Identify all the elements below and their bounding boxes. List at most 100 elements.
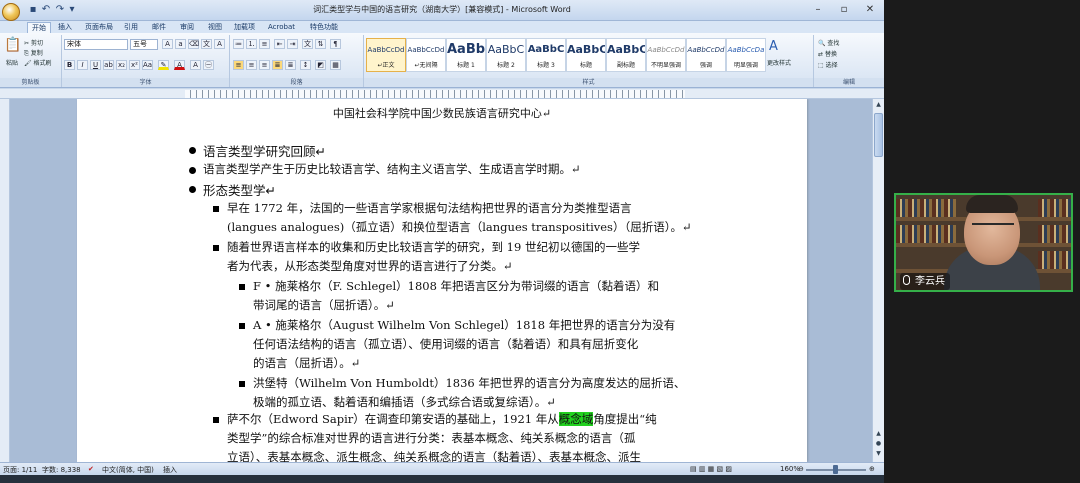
font-size-combo[interactable]: 五号: [130, 39, 158, 50]
paste-button[interactable]: 粘贴: [6, 58, 18, 67]
document-page[interactable]: 中国社会科学院中国少数民族语言研究中心↵ 语言类型学研究回顾↵ 语言类型学产生于…: [77, 99, 807, 462]
style-subtle-emphasis[interactable]: AaBbCcDd 不明显强调: [646, 38, 686, 72]
zoom-slider-knob[interactable]: [833, 465, 838, 474]
find-button[interactable]: 🔍 查找: [818, 38, 839, 47]
select-button[interactable]: ⬚ 选择: [818, 60, 838, 69]
justify-icon[interactable]: ≣: [272, 60, 283, 70]
word-count[interactable]: 字数: 8,338: [42, 465, 81, 475]
para-f-schlegel-line1: F • 施莱格尔（F. Schlegel）1808 年把语言区分为带词缀的语言（…: [253, 279, 660, 293]
align-center-icon[interactable]: ≡: [246, 60, 257, 70]
para-1772-line1: 早在 1772 年，法国的一些语言学家根据句法结构把世界的语言分为类推型语言: [227, 201, 632, 215]
align-right-icon[interactable]: ≡: [259, 60, 270, 70]
change-styles-button[interactable]: 更改样式: [767, 58, 791, 67]
char-shading-icon[interactable]: A: [190, 60, 201, 70]
browse-object-icon[interactable]: ●: [874, 439, 883, 449]
clear-format-icon[interactable]: ⌫: [188, 39, 199, 49]
horizontal-ruler[interactable]: [0, 89, 884, 99]
language-indicator[interactable]: 中文(简体, 中国): [102, 465, 154, 475]
proofing-icon[interactable]: ✔: [88, 465, 94, 473]
font-color-icon[interactable]: A: [174, 60, 185, 70]
bold-icon[interactable]: B: [64, 60, 75, 70]
vertical-ruler[interactable]: [0, 99, 10, 462]
line-spacing-icon[interactable]: ↕: [300, 60, 311, 70]
font-name-combo[interactable]: 宋体: [64, 39, 128, 50]
superscript-icon[interactable]: x²: [129, 60, 140, 70]
para-typology-origin: 语言类型学产生于历史比较语言学、结构主义语言学、生成语言学时期。↵: [203, 162, 581, 176]
distributed-icon[interactable]: ≣: [285, 60, 296, 70]
phonetic-guide-icon[interactable]: 文: [201, 39, 212, 49]
tab-insert[interactable]: 插入: [54, 22, 76, 33]
close-icon[interactable]: ✕: [862, 3, 878, 17]
next-page-icon[interactable]: ▼: [874, 449, 883, 459]
multilevel-list-icon[interactable]: ≡: [259, 39, 270, 49]
tab-addins[interactable]: 加载项: [230, 22, 259, 33]
tab-page-layout[interactable]: 页面布局: [81, 22, 117, 33]
minimize-icon[interactable]: –: [810, 3, 826, 17]
video-tile[interactable]: 李云兵: [894, 193, 1073, 292]
style-normal[interactable]: AaBbCcDd ↵正文: [366, 38, 406, 72]
tab-view[interactable]: 视图: [204, 22, 226, 33]
style-no-spacing[interactable]: AaBbCcDd ↵无间隔: [406, 38, 446, 72]
bullets-icon[interactable]: ≔: [233, 39, 244, 49]
copy-button[interactable]: ⎘ 复制: [24, 48, 43, 58]
replace-button[interactable]: ⇄ 替换: [818, 49, 837, 58]
strikethrough-icon[interactable]: ab: [103, 60, 114, 70]
para-a-schlegel-line2: 任何语法结构的语言（孤立语）、使用词缀的语言（黏着语）和具有屈折变化: [253, 337, 639, 351]
subscript-icon[interactable]: x₂: [116, 60, 127, 70]
para-humboldt-line2: 极端的孤立语、黏着语和编插语（多式综合语或复综语）。↵: [253, 395, 556, 409]
decrease-indent-icon[interactable]: ⇤: [274, 39, 285, 49]
numbering-icon[interactable]: ⒈: [246, 39, 257, 49]
restore-icon[interactable]: ▫: [836, 3, 852, 17]
heading-typology-review: 语言类型学研究回顾↵: [203, 144, 326, 159]
title-bar: ▪ ↶ ↷ ▾ 词汇类型学与中国的语言研究（湖南大学）[兼容模式] - Micr…: [0, 0, 884, 21]
enclosed-char-icon[interactable]: ㊀: [203, 60, 214, 70]
insert-mode[interactable]: 插入: [163, 465, 177, 475]
tab-review[interactable]: 审阅: [176, 22, 198, 33]
editing-group-label: 编辑: [814, 78, 884, 87]
sort-icon[interactable]: ⇅: [315, 39, 326, 49]
paragraph-group-label: 段落: [230, 78, 363, 87]
status-bar: 页面: 1/11 字数: 8,338 ✔ 中文(简体, 中国) 插入 ▤ ▥ ▦…: [0, 462, 884, 475]
format-painter-button[interactable]: 🖌 格式刷: [24, 58, 52, 67]
style-title[interactable]: AaBbC 标题: [566, 38, 606, 72]
bookshelf: [896, 199, 956, 217]
highlight-color-icon[interactable]: ✎: [158, 60, 169, 70]
chinese-layout-icon[interactable]: 文: [302, 39, 313, 49]
change-case-icon[interactable]: Aa: [142, 60, 153, 70]
show-marks-icon[interactable]: ¶: [330, 39, 341, 49]
shrink-font-icon[interactable]: a: [175, 39, 186, 49]
shading-icon[interactable]: ◩: [315, 60, 326, 70]
zoom-level[interactable]: 160%: [780, 465, 800, 473]
underline-icon[interactable]: U: [90, 60, 101, 70]
page-count[interactable]: 页面: 1/11: [3, 465, 37, 475]
style-intense-emphasis[interactable]: AaBbCcDa 明显强调: [726, 38, 766, 72]
tab-mailings[interactable]: 邮件: [148, 22, 170, 33]
grow-font-icon[interactable]: A: [162, 39, 173, 49]
tab-home[interactable]: 开始: [27, 22, 51, 33]
scroll-thumb[interactable]: [874, 113, 883, 157]
style-heading-2[interactable]: AaBbC 标题 2: [486, 38, 526, 72]
para-1772-line2: (langues analogues)（孤立语）和换位型语言（langues t…: [227, 220, 692, 234]
tab-references[interactable]: 引用: [120, 22, 142, 33]
cut-button[interactable]: ✂ 剪切: [24, 38, 43, 47]
style-heading-3[interactable]: AaBbC 标题 3: [526, 38, 566, 72]
tab-acrobat[interactable]: Acrobat: [264, 22, 299, 33]
align-left-icon[interactable]: ≡: [233, 60, 244, 70]
scroll-up-icon[interactable]: ▲: [874, 100, 883, 110]
view-buttons-icon[interactable]: ▤ ▥ ▦ ▧ ▨: [690, 465, 732, 473]
style-emphasis[interactable]: AaBbCcDd 强调: [686, 38, 726, 72]
previous-page-icon[interactable]: ▲: [874, 429, 883, 439]
increase-indent-icon[interactable]: ⇥: [287, 39, 298, 49]
borders-icon[interactable]: ▦: [330, 60, 341, 70]
change-styles-icon[interactable]: A: [769, 39, 778, 54]
bullet-square: [239, 381, 245, 387]
style-subtitle[interactable]: AaBbC 副标题: [606, 38, 646, 72]
paste-icon[interactable]: 📋: [4, 37, 21, 53]
italic-icon[interactable]: I: [77, 60, 88, 70]
char-border-icon[interactable]: A: [214, 39, 225, 49]
zoom-out-icon[interactable]: ⊖: [798, 465, 804, 473]
vertical-scrollbar[interactable]: ▲ ▲ ● ▼: [872, 99, 884, 462]
style-heading-1[interactable]: AaBb 标题 1: [446, 38, 486, 72]
zoom-in-icon[interactable]: ⊕: [869, 465, 875, 473]
tab-features[interactable]: 特色功能: [306, 22, 342, 33]
